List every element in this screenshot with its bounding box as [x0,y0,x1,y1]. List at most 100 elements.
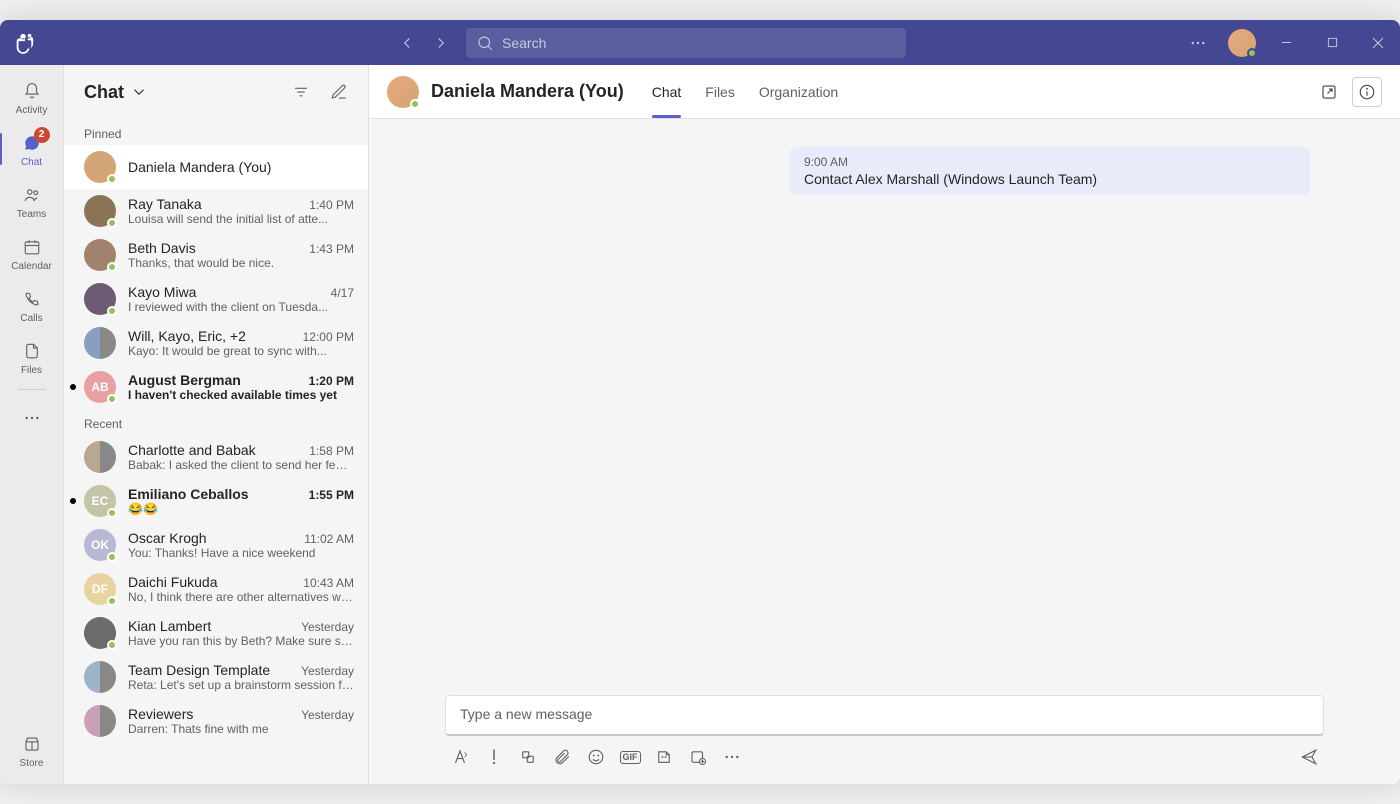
rail-store[interactable]: Store [0,724,64,776]
filter-button[interactable] [286,77,316,107]
info-icon [1358,83,1376,101]
chat-row[interactable]: Kayo Miwa 4/17 I reviewed with the clien… [64,277,368,321]
app-rail: Activity 2 Chat Teams Calendar Calls [0,65,64,784]
emoji-button[interactable] [581,742,611,772]
rail-files[interactable]: Files [0,331,64,383]
priority-icon [485,748,503,766]
popout-chat-button[interactable] [1314,77,1344,107]
chat-row-time: 1:58 PM [309,444,354,458]
rail-teams[interactable]: Teams [0,175,64,227]
rail-chat[interactable]: 2 Chat [0,123,64,175]
compose-area: GIF [369,695,1400,784]
presence-icon [107,262,117,272]
loop-button[interactable] [513,742,543,772]
chat-row-name: August Bergman [128,372,301,388]
chat-row-name: Beth Davis [128,240,301,256]
app-window: Activity 2 Chat Teams Calendar Calls [0,20,1400,784]
message-text: Contact Alex Marshall (Windows Launch Te… [804,171,1296,187]
chat-row[interactable]: Ray Tanaka 1:40 PM Louisa will send the … [64,189,368,233]
compose-icon [330,83,348,101]
conversation-body[interactable]: 9:00 AM Contact Alex Marshall (Windows L… [369,119,1400,695]
rail-label: Chat [21,157,42,168]
chat-row-name: Oscar Krogh [128,530,296,546]
compose-more-button[interactable] [717,742,747,772]
sticker-icon [655,748,673,766]
nav-back-button[interactable] [394,30,420,56]
loop-icon [519,748,537,766]
conversation-title: Daniela Mandera (You) [431,81,624,102]
chat-row-preview: Have you ran this by Beth? Make sure she… [128,634,354,648]
chat-info-button[interactable] [1352,77,1382,107]
schedule-button[interactable] [683,742,713,772]
rail-activity[interactable]: Activity [0,71,64,123]
chat-row-preview: Kayo: It would be great to sync with... [128,344,354,358]
attach-icon [553,748,571,766]
rail-label: Teams [17,209,46,220]
chat-row-name: Will, Kayo, Eric, +2 [128,328,295,344]
calendar-icon [23,238,41,256]
attach-button[interactable] [547,742,577,772]
conversation-avatar [387,76,419,108]
avatar: EC [84,485,116,517]
chat-row[interactable]: AB August Bergman 1:20 PM I haven't chec… [64,365,368,409]
avatar-group [84,441,116,473]
chat-row-name: Kayo Miwa [128,284,323,300]
presence-icon [107,508,117,518]
message-time: 9:00 AM [804,155,1296,169]
chat-row[interactable]: Daniela Mandera (You) [64,145,368,189]
presence-icon [107,640,117,650]
rail-more-button[interactable] [0,398,64,438]
chat-row[interactable]: Reviewers Yesterday Darren: Thats fine w… [64,699,368,743]
nav-forward-button[interactable] [428,30,454,56]
chat-row-name: Daniela Mandera (You) [128,159,346,175]
user-avatar[interactable] [1228,29,1256,57]
chat-row-preview: No, I think there are other alternatives… [128,590,354,604]
chat-row[interactable]: DF Daichi Fukuda 10:43 AM No, I think th… [64,567,368,611]
presence-available-icon [410,99,420,109]
rail-calendar[interactable]: Calendar [0,227,64,279]
avatar [84,283,116,315]
chat-row[interactable]: OK Oscar Krogh 11:02 AM You: Thanks! Hav… [64,523,368,567]
window-maximize-button[interactable] [1316,27,1348,59]
chat-row[interactable]: Kian Lambert Yesterday Have you ran this… [64,611,368,655]
chat-row[interactable]: Team Design Template Yesterday Reta: Let… [64,655,368,699]
chat-row-time: 1:55 PM [309,488,354,502]
window-close-button[interactable] [1362,27,1394,59]
format-button[interactable] [445,742,475,772]
tab-organization[interactable]: Organization [749,65,848,118]
chat-list-title-dropdown[interactable]: Chat [84,82,148,103]
chat-row-preview: I haven't checked available times yet [128,388,354,402]
tab-chat[interactable]: Chat [642,65,692,118]
search-box[interactable] [466,28,906,58]
chat-list-scroll[interactable]: Pinned Daniela Mandera (You) Ray Tanaka … [64,119,368,784]
avatar [84,151,116,183]
message-bubble[interactable]: 9:00 AM Contact Alex Marshall (Windows L… [790,147,1310,195]
section-recent-label: Recent [64,409,368,435]
chat-row-time: 4/17 [331,286,354,300]
phone-icon [23,290,41,308]
window-minimize-button[interactable] [1270,27,1302,59]
compose-input[interactable] [460,706,1309,722]
gif-button[interactable]: GIF [615,742,645,772]
send-button[interactable] [1294,742,1324,772]
format-icon [451,748,469,766]
search-input[interactable] [502,35,896,51]
chat-row-name: Emiliano Ceballos [128,486,301,502]
rail-calls[interactable]: Calls [0,279,64,331]
presence-icon [107,306,117,316]
compose-box[interactable] [445,695,1324,736]
section-pinned-label: Pinned [64,119,368,145]
chat-row[interactable]: Will, Kayo, Eric, +2 12:00 PM Kayo: It w… [64,321,368,365]
chat-row-preview: You: Thanks! Have a nice weekend [128,546,354,560]
sticker-button[interactable] [649,742,679,772]
rail-divider [18,389,46,390]
tab-files[interactable]: Files [695,65,745,118]
chat-row[interactable]: EC Emiliano Ceballos 1:55 PM 😂😂 [64,479,368,523]
more-options-button[interactable] [1182,27,1214,59]
chat-row[interactable]: Beth Davis 1:43 PM Thanks, that would be… [64,233,368,277]
chat-row-time: 1:40 PM [309,198,354,212]
new-chat-button[interactable] [324,77,354,107]
chat-row-time: Yesterday [301,620,354,634]
chat-row[interactable]: Charlotte and Babak 1:58 PM Babak: I ask… [64,435,368,479]
priority-button[interactable] [479,742,509,772]
